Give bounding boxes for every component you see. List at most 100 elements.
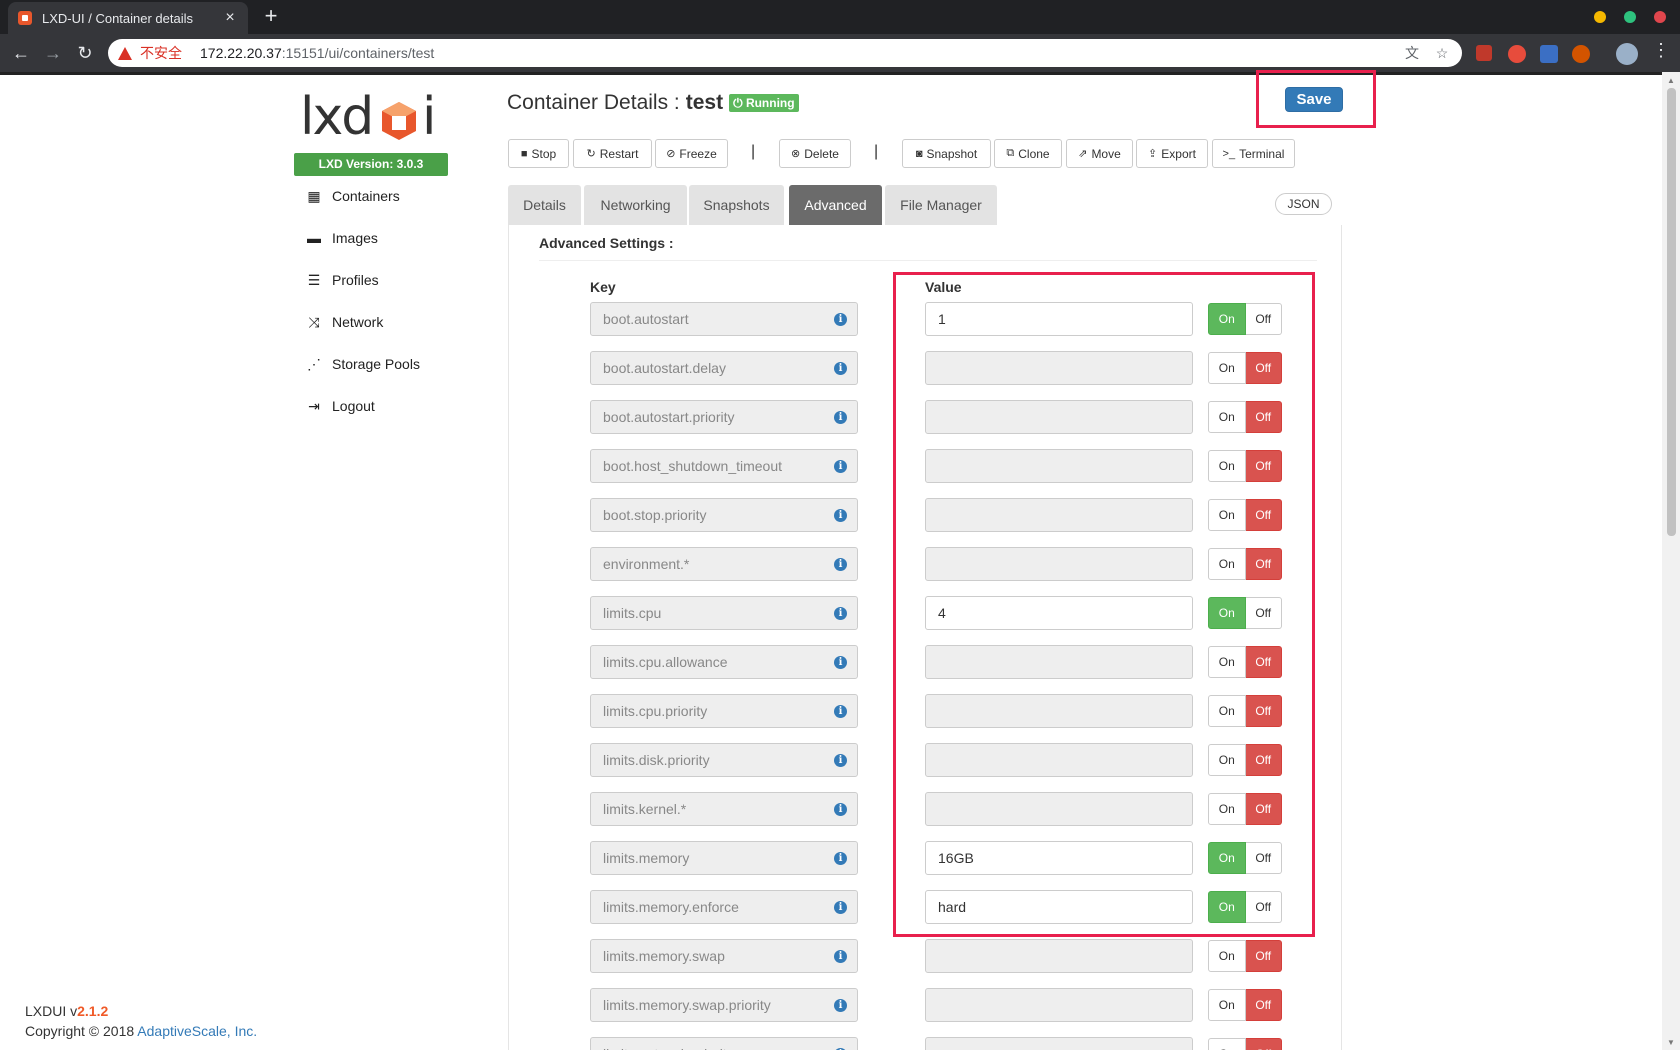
bookmark-star-icon[interactable]: ☆: [1434, 45, 1450, 61]
export-button[interactable]: ⇪ Export: [1136, 139, 1208, 168]
sidebar-item-containers[interactable]: ▦ Containers: [306, 188, 399, 205]
warning-icon: [118, 46, 132, 60]
toggle-off-button[interactable]: Off: [1245, 989, 1282, 1021]
new-tab-button[interactable]: +: [259, 4, 283, 28]
on-off-toggle[interactable]: OnOff: [1208, 1038, 1282, 1050]
minimize-window-button[interactable]: [1594, 11, 1606, 23]
settings-row: environment.* i On Off: [0, 547, 1680, 581]
sidebar-item-label: Images: [332, 230, 378, 246]
setting-key-text: limits.memory.swap.priority: [603, 997, 771, 1013]
tab-title: LXD-UI / Container details: [42, 10, 194, 26]
extension-icon[interactable]: [1540, 45, 1558, 63]
tab-networking[interactable]: Networking: [584, 185, 687, 225]
lxdui-logo[interactable]: lxd i: [300, 88, 440, 146]
forward-arrow-icon[interactable]: →: [40, 40, 66, 66]
settings-row: limits.memory.enforce i hard On Off: [0, 890, 1680, 924]
setting-key-field: limits.memory.swap i: [590, 939, 858, 973]
info-icon[interactable]: i: [834, 362, 847, 375]
setting-key-field: boot.stop.priority i: [590, 498, 858, 532]
sidebar-item-label: Profiles: [332, 272, 379, 288]
settings-row: boot.host_shutdown_timeout i On Off: [0, 449, 1680, 483]
close-tab-icon[interactable]: ×: [222, 9, 238, 27]
on-off-toggle[interactable]: OnOff: [1208, 940, 1282, 972]
action-separator: |: [751, 143, 756, 160]
list-icon: ☰: [307, 271, 321, 288]
tab-snapshots[interactable]: Snapshots: [689, 185, 784, 225]
settings-row: limits.network.priorityi OnOff: [0, 1037, 1680, 1050]
scroll-up-arrow-icon[interactable]: ▲: [1666, 76, 1676, 85]
stop-label: Stop: [531, 146, 557, 161]
snapshot-button[interactable]: ◙ Snapshot: [902, 139, 991, 168]
setting-key-field: limits.memory.enforce i: [590, 890, 858, 924]
move-button[interactable]: ⇗ Move: [1066, 139, 1133, 168]
reload-icon[interactable]: ↻: [72, 40, 98, 66]
toggle-on-button[interactable]: On: [1208, 989, 1246, 1021]
status-badge: ⏻ Running: [729, 94, 799, 112]
extension-icon[interactable]: [1572, 45, 1590, 63]
page-title: Container Details : test ⏻ Running: [507, 91, 799, 115]
info-icon[interactable]: i: [834, 313, 847, 326]
setting-key-field: environment.* i: [590, 547, 858, 581]
info-icon[interactable]: i: [834, 607, 847, 620]
restart-button[interactable]: ↻ Restart: [573, 139, 652, 168]
clone-label: Clone: [1018, 146, 1050, 161]
value-highlight-box: [893, 272, 1315, 937]
info-icon[interactable]: i: [834, 999, 847, 1012]
scroll-down-arrow-icon[interactable]: ▼: [1666, 1038, 1676, 1047]
delete-button[interactable]: ⊗ Delete: [779, 139, 851, 168]
back-arrow-icon[interactable]: ←: [8, 40, 34, 66]
browser-tabstrip: LXD-UI / Container details × +: [0, 0, 1680, 34]
info-icon[interactable]: i: [834, 803, 847, 816]
close-window-button[interactable]: [1654, 11, 1666, 23]
delete-icon: ⊗: [791, 148, 801, 160]
tab-file-manager[interactable]: File Manager: [885, 185, 997, 225]
browser-tab[interactable]: LXD-UI / Container details ×: [8, 2, 248, 34]
export-label: Export: [1161, 146, 1196, 161]
info-icon[interactable]: i: [834, 950, 847, 963]
info-icon[interactable]: i: [834, 460, 847, 473]
on-off-toggle[interactable]: OnOff: [1208, 989, 1282, 1021]
toggle-off-button[interactable]: Off: [1245, 1038, 1282, 1050]
stop-button[interactable]: ■ Stop: [508, 139, 569, 168]
tab-advanced[interactable]: Advanced: [789, 185, 882, 225]
tab-details[interactable]: Details: [508, 185, 581, 225]
browser-menu-icon[interactable]: ⋮: [1652, 40, 1670, 61]
page-scrollbar-thumb[interactable]: [1667, 88, 1676, 536]
info-icon[interactable]: i: [834, 411, 847, 424]
freeze-button[interactable]: ⊘ Freeze: [655, 139, 728, 168]
profile-avatar[interactable]: [1616, 43, 1638, 65]
json-toggle-button[interactable]: JSON: [1275, 193, 1332, 215]
info-icon[interactable]: i: [834, 656, 847, 669]
settings-row: boot.autostart.delay i On Off: [0, 351, 1680, 385]
info-icon[interactable]: i: [834, 705, 847, 718]
setting-value-input[interactable]: [925, 939, 1193, 973]
maximize-window-button[interactable]: [1624, 11, 1636, 23]
setting-value-input[interactable]: [925, 1037, 1193, 1050]
info-icon[interactable]: i: [834, 852, 847, 865]
export-icon: ⇪: [1148, 148, 1158, 160]
toggle-on-button[interactable]: On: [1208, 1038, 1246, 1050]
ublock-extension-icon[interactable]: [1476, 45, 1492, 61]
sidebar-item-profiles[interactable]: ☰ Profiles: [306, 271, 379, 289]
setting-key-field: limits.memory i: [590, 841, 858, 875]
save-button[interactable]: Save: [1285, 87, 1343, 112]
info-icon[interactable]: i: [834, 901, 847, 914]
setting-key-field: boot.autostart.priority i: [590, 400, 858, 434]
info-icon[interactable]: i: [834, 558, 847, 571]
setting-value-input[interactable]: [925, 988, 1193, 1022]
info-icon[interactable]: i: [834, 509, 847, 522]
info-icon[interactable]: i: [834, 754, 847, 767]
address-bar[interactable]: 不安全 172.22.20.37 :15151/ui/containers/te…: [108, 39, 1462, 67]
translate-icon[interactable]: 文: [1404, 45, 1420, 61]
settings-row: limits.disk.priority i On Off: [0, 743, 1680, 777]
toggle-on-button[interactable]: On: [1208, 940, 1246, 972]
lxd-version-badge: LXD Version: 3.0.3: [294, 153, 448, 176]
clone-button[interactable]: ⧉ Clone: [994, 139, 1062, 168]
setting-key-field: boot.autostart i: [590, 302, 858, 336]
toggle-off-button[interactable]: Off: [1245, 940, 1282, 972]
lxdui-favicon-icon: [18, 11, 32, 25]
terminal-button[interactable]: >_ Terminal: [1212, 139, 1295, 168]
sidebar-item-images[interactable]: ▬ Images: [306, 230, 378, 246]
clone-icon: ⧉: [1006, 147, 1015, 159]
extension-icon[interactable]: [1508, 45, 1526, 63]
